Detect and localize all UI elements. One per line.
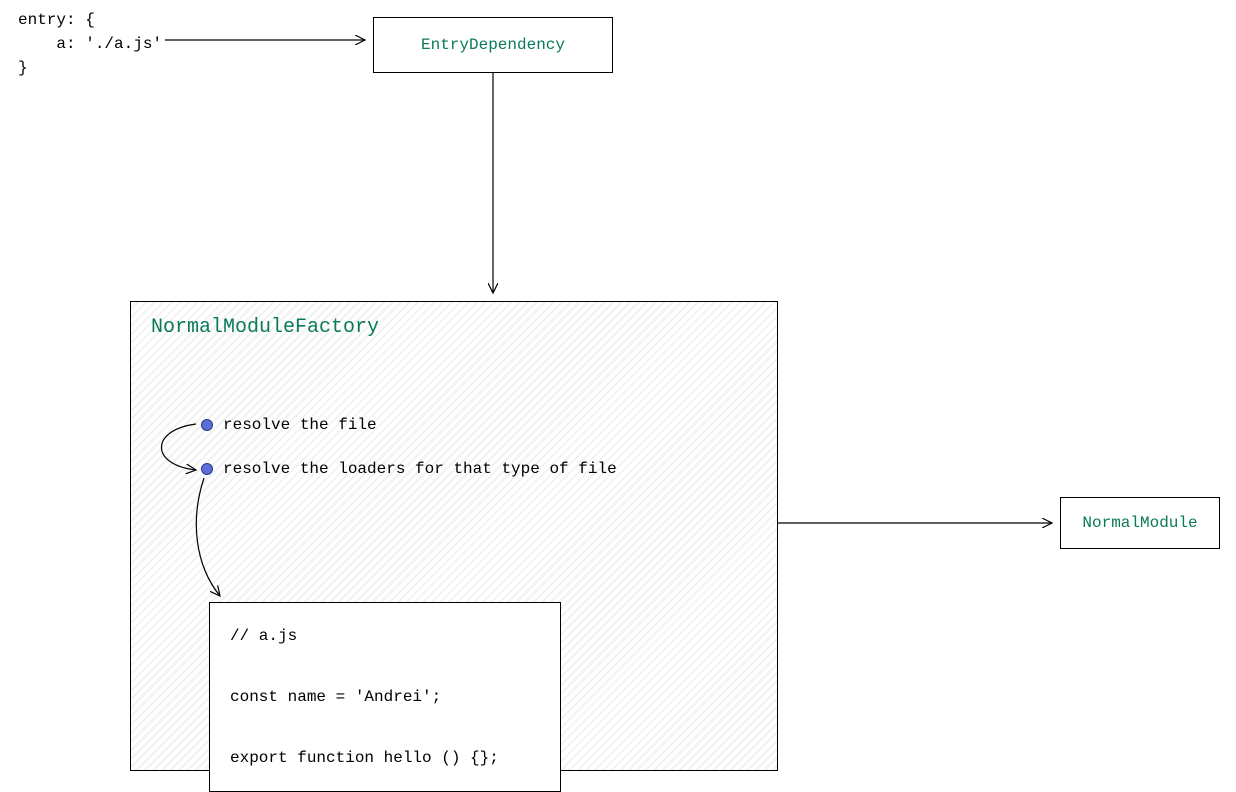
bullet-icon xyxy=(201,463,213,475)
entry-dependency-box: EntryDependency xyxy=(373,17,613,73)
inner-code-box: // a.js const name = 'Andrei'; export fu… xyxy=(209,602,561,792)
factory-title: NormalModuleFactory xyxy=(151,316,379,339)
bullet-text-1: resolve the file xyxy=(223,416,377,434)
entry-dependency-label: EntryDependency xyxy=(421,36,565,54)
normal-module-factory-box: NormalModuleFactory resolve the file res… xyxy=(130,301,778,771)
bullet-icon xyxy=(201,419,213,431)
normal-module-box: NormalModule xyxy=(1060,497,1220,549)
bullet-row-1: resolve the file xyxy=(201,416,377,434)
normal-module-label: NormalModule xyxy=(1082,514,1197,532)
entry-code-snippet: entry: { a: './a.js' } xyxy=(18,8,162,80)
bullet-row-2: resolve the loaders for that type of fil… xyxy=(201,460,617,478)
bullet-text-2: resolve the loaders for that type of fil… xyxy=(223,460,617,478)
